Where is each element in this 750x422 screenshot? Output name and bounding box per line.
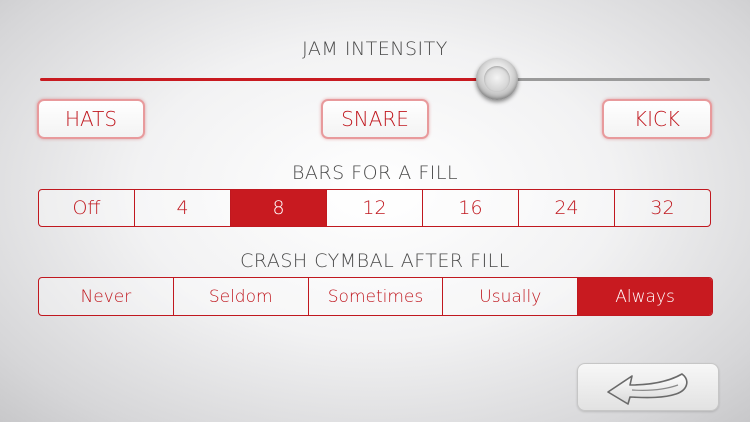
- bars-for-fill-title: BARS FOR A FILL: [291, 162, 459, 184]
- crash-option-sometimes[interactable]: Sometimes: [307, 278, 443, 315]
- crash-option-never[interactable]: Never: [39, 278, 173, 315]
- bars-for-fill-segmented-control: Off 4 8 12 16 24 32: [38, 189, 711, 227]
- slider-track-empty[interactable]: [498, 78, 710, 81]
- slider-track-filled[interactable]: [40, 78, 498, 81]
- jam-intensity-title: JAM INTENSITY: [302, 38, 448, 60]
- crash-cymbal-segmented-control: Never Seldom Sometimes Usually Always: [38, 277, 713, 316]
- crash-cymbal-title: CRASH CYMBAL AFTER FILL: [240, 250, 510, 272]
- bars-option-32[interactable]: 32: [614, 190, 710, 226]
- back-button[interactable]: [577, 363, 719, 411]
- kick-button[interactable]: KICK: [602, 99, 712, 139]
- bars-option-off[interactable]: Off: [39, 190, 134, 226]
- slider-knob[interactable]: [476, 58, 518, 100]
- bars-option-4[interactable]: 4: [134, 190, 230, 226]
- bars-option-8[interactable]: 8: [230, 190, 326, 226]
- crash-option-seldom[interactable]: Seldom: [172, 278, 308, 315]
- crash-option-always[interactable]: Always: [577, 278, 712, 315]
- bars-option-16[interactable]: 16: [422, 190, 518, 226]
- bars-option-12[interactable]: 12: [326, 190, 422, 226]
- snare-button[interactable]: SNARE: [321, 99, 429, 139]
- hats-button[interactable]: HATS: [37, 99, 145, 139]
- back-arrow-icon: [607, 373, 688, 405]
- crash-option-usually[interactable]: Usually: [442, 278, 577, 315]
- bars-option-24[interactable]: 24: [518, 190, 614, 226]
